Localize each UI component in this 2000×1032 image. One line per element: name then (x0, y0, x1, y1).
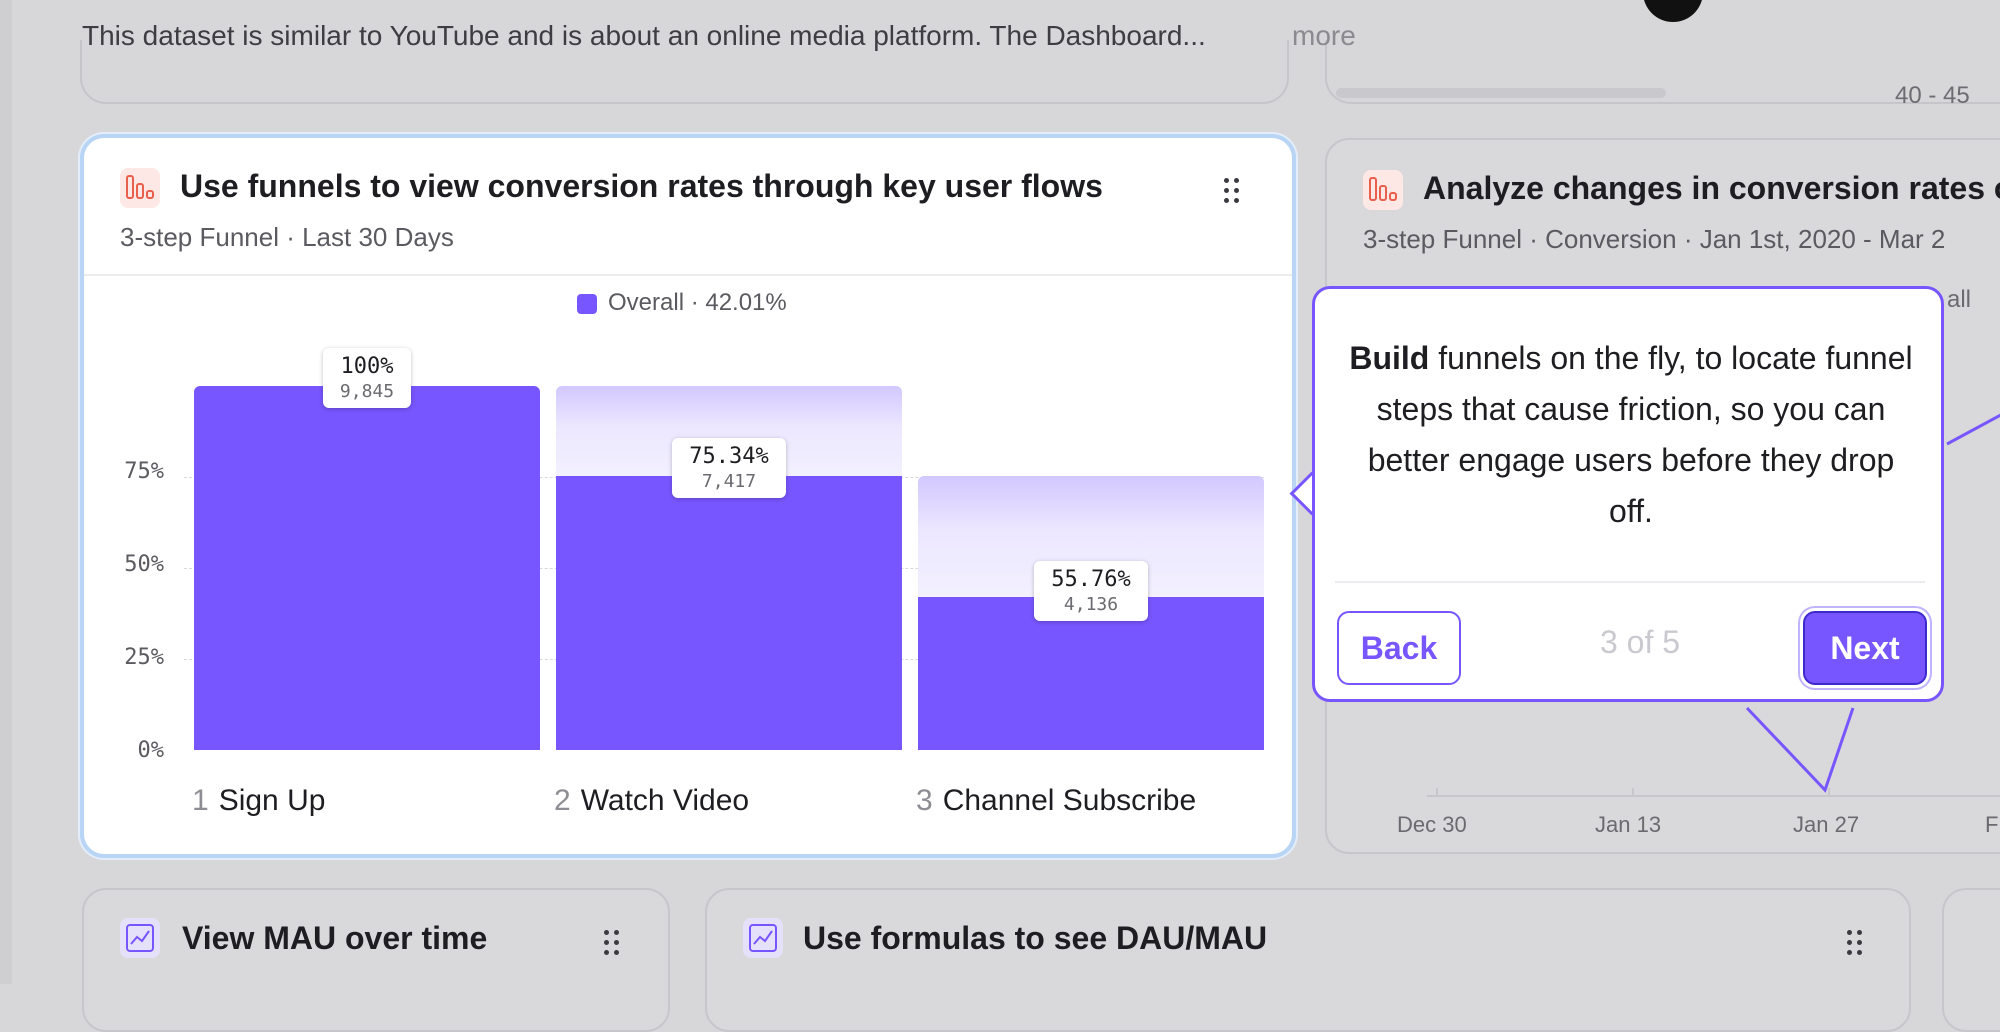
funnel-step-label: 1 Sign Up (192, 784, 326, 817)
drag-handle-icon[interactable] (1847, 930, 1865, 956)
bar-value-label: 55.76% 4,136 (1034, 561, 1148, 622)
horizontal-scrollbar[interactable] (1336, 88, 1666, 98)
next-button[interactable]: Next (1803, 611, 1927, 685)
page-edge (0, 0, 12, 984)
funnel-step-label: 3 Channel Subscribe (916, 784, 1197, 817)
avatar[interactable] (1643, 0, 1703, 22)
age-range-label: 40 - 45 (1895, 82, 1970, 109)
mau-card[interactable]: View MAU over time (82, 888, 670, 1032)
tour-step-count: 3 of 5 (1599, 624, 1681, 660)
drag-handle-icon[interactable] (604, 930, 622, 956)
y-tick-label: 0% (137, 738, 165, 763)
x-axis-label: F (1985, 812, 1999, 837)
dau-mau-card[interactable]: Use formulas to see DAU/MAU (705, 888, 1911, 1032)
funnel-card[interactable]: Use funnels to view conversion rates thr… (80, 134, 1296, 858)
funnel-bar[interactable] (556, 475, 902, 750)
funnel-bar[interactable] (194, 386, 540, 750)
funnel-step-label: 2 Watch Video (554, 784, 750, 817)
tooltip-divider (1335, 581, 1925, 583)
bar-value-label: 100% 9,845 (323, 348, 411, 408)
x-axis-label: Jan 27 (1793, 812, 1860, 837)
funnel-chart: 0% 25% 50% 75% 100% 9,845 75.34% 7,417 55.76… (84, 138, 1292, 854)
tooltip-text: Build funnels on the fly, to locate funn… (1349, 340, 1913, 529)
y-tick-label: 75% (124, 459, 164, 484)
back-button[interactable]: Back (1337, 611, 1461, 685)
onboarding-tooltip: Build funnels on the fly, to locate funn… (1312, 286, 1944, 702)
y-tick-label: 25% (124, 645, 164, 670)
partial-card[interactable] (1942, 888, 2000, 1032)
x-axis-label: Dec 30 (1397, 812, 1467, 837)
x-axis-label: Jan 13 (1595, 812, 1662, 837)
y-tick-label: 50% (124, 552, 164, 577)
line-chart-icon (120, 918, 160, 958)
card-title: View MAU over time (182, 920, 488, 956)
dashboard-description: This dataset is similar to YouTube and i… (82, 20, 1206, 51)
more-link[interactable]: more (1292, 20, 1356, 52)
line-chart-icon (743, 918, 783, 958)
card-title: Use formulas to see DAU/MAU (803, 920, 1268, 956)
bar-value-label: 75.34% 7,417 (672, 437, 786, 498)
